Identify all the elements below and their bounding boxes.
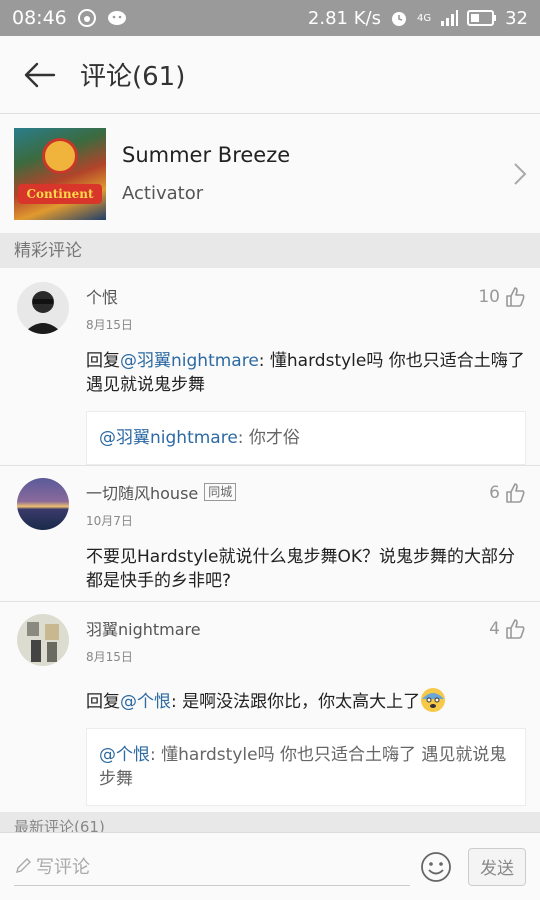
like-button[interactable]: 4	[489, 618, 526, 640]
network-speed: 2.81 K/s	[307, 7, 381, 29]
section-latest: 最新评论(61)	[0, 812, 540, 832]
song-artist: Activator	[122, 183, 204, 204]
smiley-icon	[421, 851, 451, 882]
thumbs-up-icon	[506, 287, 525, 307]
reply-prefix: 回复	[86, 351, 120, 371]
reply-mention[interactable]: @羽翼nightmare	[120, 351, 259, 371]
avatar[interactable]	[17, 282, 69, 334]
thumbs-up-icon	[506, 619, 525, 639]
comment-input-bar: 写评论 发送	[0, 832, 540, 900]
comment-date: 8月15日	[86, 650, 133, 664]
section-featured: 精彩评论	[0, 234, 540, 268]
page-title: 评论(61)	[80, 62, 186, 92]
comment-username[interactable]: 一切随风house	[86, 480, 198, 504]
quote-text: : 你才俗	[237, 428, 300, 448]
comment-item: 一切随风house 同城 10月7日 6 不要见Hardstyle就说什么鬼步舞O…	[0, 466, 540, 602]
comment-input-placeholder: 写评论	[36, 857, 90, 878]
battery-icon	[467, 10, 497, 26]
chevron-right-icon	[500, 162, 540, 186]
comment-input[interactable]: 写评论	[14, 848, 410, 886]
avatar[interactable]	[17, 478, 69, 530]
comment-item: 羽翼nightmare 8月15日 4 回复@个恨: 是啊没法跟你比，你太高大上…	[0, 602, 540, 814]
comment-username[interactable]: 个恨	[86, 284, 118, 308]
thumbs-up-icon	[506, 483, 525, 503]
album-cover-text: Continent	[18, 183, 102, 204]
comment-item: 个恨 8月15日 10 回复@羽翼nightmare: 懂hardstyle吗 …	[0, 268, 540, 466]
status-time: 08:46	[12, 7, 67, 29]
comment-date: 8月15日	[86, 318, 133, 332]
location-tag: 同城	[204, 483, 237, 501]
arrow-left-icon	[24, 62, 56, 87]
comment-body: 不要见Hardstyle就说什么鬼步舞OK？说鬼步舞的大部分都是快手的乡非吧?	[86, 547, 515, 591]
quote-mention[interactable]: @羽翼nightmare	[99, 428, 238, 448]
song-info-row[interactable]: Continent Summer Breeze Activator	[0, 114, 540, 234]
album-cover: Continent	[14, 127, 106, 220]
comment-body: 回复@羽翼nightmare: 懂hardstyle吗 你也只适合土嗨了 遇见就…	[86, 349, 526, 397]
comment-body: 回复@个恨: 是啊没法跟你比，你太高大上了	[86, 687, 526, 714]
comment-text: : 是啊没法跟你比，你太高大上了	[171, 692, 421, 712]
like-count: 4	[489, 619, 500, 639]
signal-type: 4G	[416, 12, 432, 24]
signal-icon	[441, 10, 459, 26]
back-button[interactable]	[0, 36, 80, 114]
scared-emoji-icon	[421, 688, 446, 712]
song-title: Summer Breeze	[122, 143, 291, 167]
like-count: 6	[489, 483, 500, 503]
quote-mention[interactable]: @个恨	[99, 745, 150, 765]
netease-icon	[77, 9, 96, 27]
like-button[interactable]: 10	[478, 286, 526, 308]
alarm-icon	[391, 12, 406, 26]
quote-text: : 懂hardstyle吗 你也只适合土嗨了 遇见就说鬼步舞	[99, 745, 507, 789]
comment-date: 10月7日	[86, 514, 133, 528]
avatar[interactable]	[17, 614, 69, 666]
send-button[interactable]: 发送	[468, 847, 526, 886]
status-bar: 08:46 2.81 K/s 4G 32	[0, 0, 540, 36]
emoji-button[interactable]	[418, 849, 454, 885]
comment-list: 个恨 8月15日 10 回复@羽翼nightmare: 懂hardstyle吗 …	[0, 268, 540, 814]
reply-mention[interactable]: @个恨	[120, 692, 171, 712]
header-bar: 评论(61)	[0, 36, 540, 114]
wechat-icon	[107, 11, 126, 25]
quoted-comment: @羽翼nightmare: 你才俗	[86, 411, 526, 465]
like-count: 10	[478, 287, 500, 307]
battery-level: 32	[505, 7, 528, 29]
comment-username[interactable]: 羽翼nightmare	[86, 616, 201, 640]
like-button[interactable]: 6	[489, 482, 526, 504]
pencil-icon	[16, 858, 31, 873]
quoted-comment: @个恨: 懂hardstyle吗 你也只适合土嗨了 遇见就说鬼步舞	[86, 728, 526, 806]
reply-prefix: 回复	[86, 692, 120, 712]
